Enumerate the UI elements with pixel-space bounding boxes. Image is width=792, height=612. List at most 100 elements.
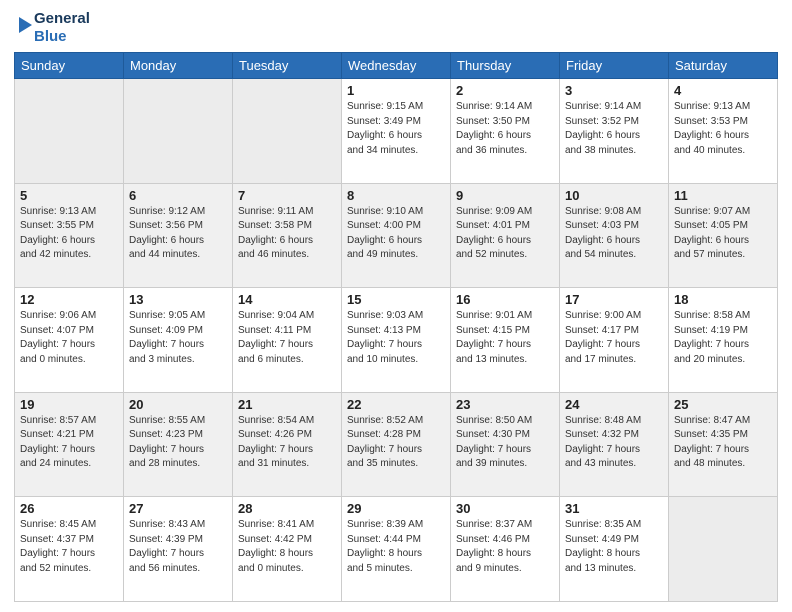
day-number: 1 <box>347 83 445 98</box>
day-number: 15 <box>347 292 445 307</box>
day-number: 2 <box>456 83 554 98</box>
day-info: Sunrise: 9:13 AMSunset: 3:55 PMDaylight:… <box>20 205 118 263</box>
day-info: Sunrise: 9:05 AMSunset: 4:09 PMDaylight:… <box>129 309 227 367</box>
day-number: 26 <box>20 501 118 516</box>
calendar-cell: 14 Sunrise: 9:04 AMSunset: 4:11 PMDayligh… <box>233 288 342 393</box>
calendar-cell: 18Sunrise: 8:58 AMSunset: 4:19 PMDayligh… <box>669 288 778 393</box>
day-number: 4 <box>674 83 772 98</box>
week-row-1: 1 Sunrise: 9:15 AMSunset: 3:49 PMDaylight… <box>15 79 778 184</box>
calendar-cell: 27 Sunrise: 8:43 AMSunset: 4:39 PMDayligh… <box>124 497 233 602</box>
day-info: Sunrise: 9:00 AMSunset: 4:17 PMDaylight:… <box>565 309 663 367</box>
col-header-saturday: Saturday <box>669 53 778 79</box>
day-info: Sunrise: 8:52 AMSunset: 4:28 PMDaylight:… <box>347 414 445 472</box>
day-info: Sunrise: 8:35 AMSunset: 4:49 PMDaylight:… <box>565 518 663 576</box>
day-info: Sunrise: 8:48 AMSunset: 4:32 PMDaylight:… <box>565 414 663 472</box>
calendar-cell: 7 Sunrise: 9:11 AMSunset: 3:58 PMDaylight… <box>233 183 342 288</box>
day-number: 17 <box>565 292 663 307</box>
day-number: 29 <box>347 501 445 516</box>
day-info: Sunrise: 9:14 AMSunset: 3:52 PMDaylight:… <box>565 100 663 158</box>
calendar-cell: 1 Sunrise: 9:15 AMSunset: 3:49 PMDaylight… <box>342 79 451 184</box>
day-info: Sunrise: 9:12 AMSunset: 3:56 PMDaylight:… <box>129 205 227 263</box>
calendar-cell: 26Sunrise: 8:45 AMSunset: 4:37 PMDayligh… <box>15 497 124 602</box>
day-info: Sunrise: 8:50 AMSunset: 4:30 PMDaylight:… <box>456 414 554 472</box>
day-number: 7 <box>238 188 336 203</box>
day-number: 24 <box>565 397 663 412</box>
day-info: Sunrise: 8:47 AMSunset: 4:35 PMDaylight:… <box>674 414 772 472</box>
week-row-2: 5 Sunrise: 9:13 AMSunset: 3:55 PMDaylight… <box>15 183 778 288</box>
day-number: 5 <box>20 188 118 203</box>
calendar-cell: 12 Sunrise: 9:06 AMSunset: 4:07 PMDayligh… <box>15 288 124 393</box>
day-info: Sunrise: 9:08 AMSunset: 4:03 PMDaylight:… <box>565 205 663 263</box>
day-number: 13 <box>129 292 227 307</box>
calendar-cell: 9 Sunrise: 9:09 AMSunset: 4:01 PMDaylight… <box>451 183 560 288</box>
calendar-cell: 5 Sunrise: 9:13 AMSunset: 3:55 PMDaylight… <box>15 183 124 288</box>
day-number: 27 <box>129 501 227 516</box>
calendar-cell: 3 Sunrise: 9:14 AMSunset: 3:52 PMDaylight… <box>560 79 669 184</box>
day-number: 20 <box>129 397 227 412</box>
calendar-cell <box>233 79 342 184</box>
day-number: 16 <box>456 292 554 307</box>
calendar-cell: 11 Sunrise: 9:07 AMSunset: 4:05 PMDayligh… <box>669 183 778 288</box>
day-number: 21 <box>238 397 336 412</box>
col-header-friday: Friday <box>560 53 669 79</box>
logo-text-blue: Blue <box>34 28 90 46</box>
header-row: SundayMondayTuesdayWednesdayThursdayFrid… <box>15 53 778 79</box>
calendar-cell: 23Sunrise: 8:50 AMSunset: 4:30 PMDayligh… <box>451 392 560 497</box>
week-row-4: 19 Sunrise: 8:57 AMSunset: 4:21 PMDayligh… <box>15 392 778 497</box>
day-info: Sunrise: 9:01 AMSunset: 4:15 PMDaylight:… <box>456 309 554 367</box>
day-info: Sunrise: 9:09 AMSunset: 4:01 PMDaylight:… <box>456 205 554 263</box>
week-row-5: 26Sunrise: 8:45 AMSunset: 4:37 PMDayligh… <box>15 497 778 602</box>
page: General Blue SundayMondayTuesdayWednesda… <box>0 0 792 612</box>
calendar-cell: 13 Sunrise: 9:05 AMSunset: 4:09 PMDayligh… <box>124 288 233 393</box>
day-info: Sunrise: 9:07 AMSunset: 4:05 PMDaylight:… <box>674 205 772 263</box>
calendar-cell: 29 Sunrise: 8:39 AMSunset: 4:44 PMDayligh… <box>342 497 451 602</box>
day-info: Sunrise: 8:57 AMSunset: 4:21 PMDaylight:… <box>20 414 118 472</box>
day-number: 31 <box>565 501 663 516</box>
col-header-sunday: Sunday <box>15 53 124 79</box>
calendar-cell: 8Sunrise: 9:10 AMSunset: 4:00 PMDaylight… <box>342 183 451 288</box>
calendar-cell <box>669 497 778 602</box>
day-info: Sunrise: 9:10 AMSunset: 4:00 PMDaylight:… <box>347 205 445 263</box>
day-number: 9 <box>456 188 554 203</box>
logo: General Blue <box>14 10 90 46</box>
day-number: 6 <box>129 188 227 203</box>
day-info: Sunrise: 9:15 AMSunset: 3:49 PMDaylight:… <box>347 100 445 158</box>
col-header-monday: Monday <box>124 53 233 79</box>
day-info: Sunrise: 9:04 AMSunset: 4:11 PMDaylight:… <box>238 309 336 367</box>
calendar-cell <box>15 79 124 184</box>
day-info: Sunrise: 8:55 AMSunset: 4:23 PMDaylight:… <box>129 414 227 472</box>
day-number: 14 <box>238 292 336 307</box>
day-number: 3 <box>565 83 663 98</box>
calendar-cell: 24 Sunrise: 8:48 AMSunset: 4:32 PMDayligh… <box>560 392 669 497</box>
day-number: 11 <box>674 188 772 203</box>
col-header-tuesday: Tuesday <box>233 53 342 79</box>
calendar-cell: 19 Sunrise: 8:57 AMSunset: 4:21 PMDayligh… <box>15 392 124 497</box>
calendar-cell <box>124 79 233 184</box>
header: General Blue <box>14 10 778 46</box>
logo-triangle-icon <box>14 17 32 39</box>
day-info: Sunrise: 8:58 AMSunset: 4:19 PMDaylight:… <box>674 309 772 367</box>
day-info: Sunrise: 8:54 AMSunset: 4:26 PMDaylight:… <box>238 414 336 472</box>
day-info: Sunrise: 8:43 AMSunset: 4:39 PMDaylight:… <box>129 518 227 576</box>
day-info: Sunrise: 9:13 AMSunset: 3:53 PMDaylight:… <box>674 100 772 158</box>
calendar-cell: 10 Sunrise: 9:08 AMSunset: 4:03 PMDayligh… <box>560 183 669 288</box>
day-number: 30 <box>456 501 554 516</box>
calendar-cell: 4 Sunrise: 9:13 AMSunset: 3:53 PMDaylight… <box>669 79 778 184</box>
calendar-cell: 6 Sunrise: 9:12 AMSunset: 3:56 PMDaylight… <box>124 183 233 288</box>
day-info: Sunrise: 9:06 AMSunset: 4:07 PMDaylight:… <box>20 309 118 367</box>
day-number: 12 <box>20 292 118 307</box>
day-info: Sunrise: 9:03 AMSunset: 4:13 PMDaylight:… <box>347 309 445 367</box>
calendar-cell: 16 Sunrise: 9:01 AMSunset: 4:15 PMDayligh… <box>451 288 560 393</box>
calendar-cell: 17 Sunrise: 9:00 AMSunset: 4:17 PMDayligh… <box>560 288 669 393</box>
day-number: 10 <box>565 188 663 203</box>
calendar-table: SundayMondayTuesdayWednesdayThursdayFrid… <box>14 52 778 602</box>
day-number: 28 <box>238 501 336 516</box>
calendar-cell: 31 Sunrise: 8:35 AMSunset: 4:49 PMDayligh… <box>560 497 669 602</box>
day-number: 22 <box>347 397 445 412</box>
day-info: Sunrise: 9:11 AMSunset: 3:58 PMDaylight:… <box>238 205 336 263</box>
logo-text-general: General <box>34 10 90 28</box>
col-header-thursday: Thursday <box>451 53 560 79</box>
day-info: Sunrise: 8:39 AMSunset: 4:44 PMDaylight:… <box>347 518 445 576</box>
day-number: 19 <box>20 397 118 412</box>
col-header-wednesday: Wednesday <box>342 53 451 79</box>
